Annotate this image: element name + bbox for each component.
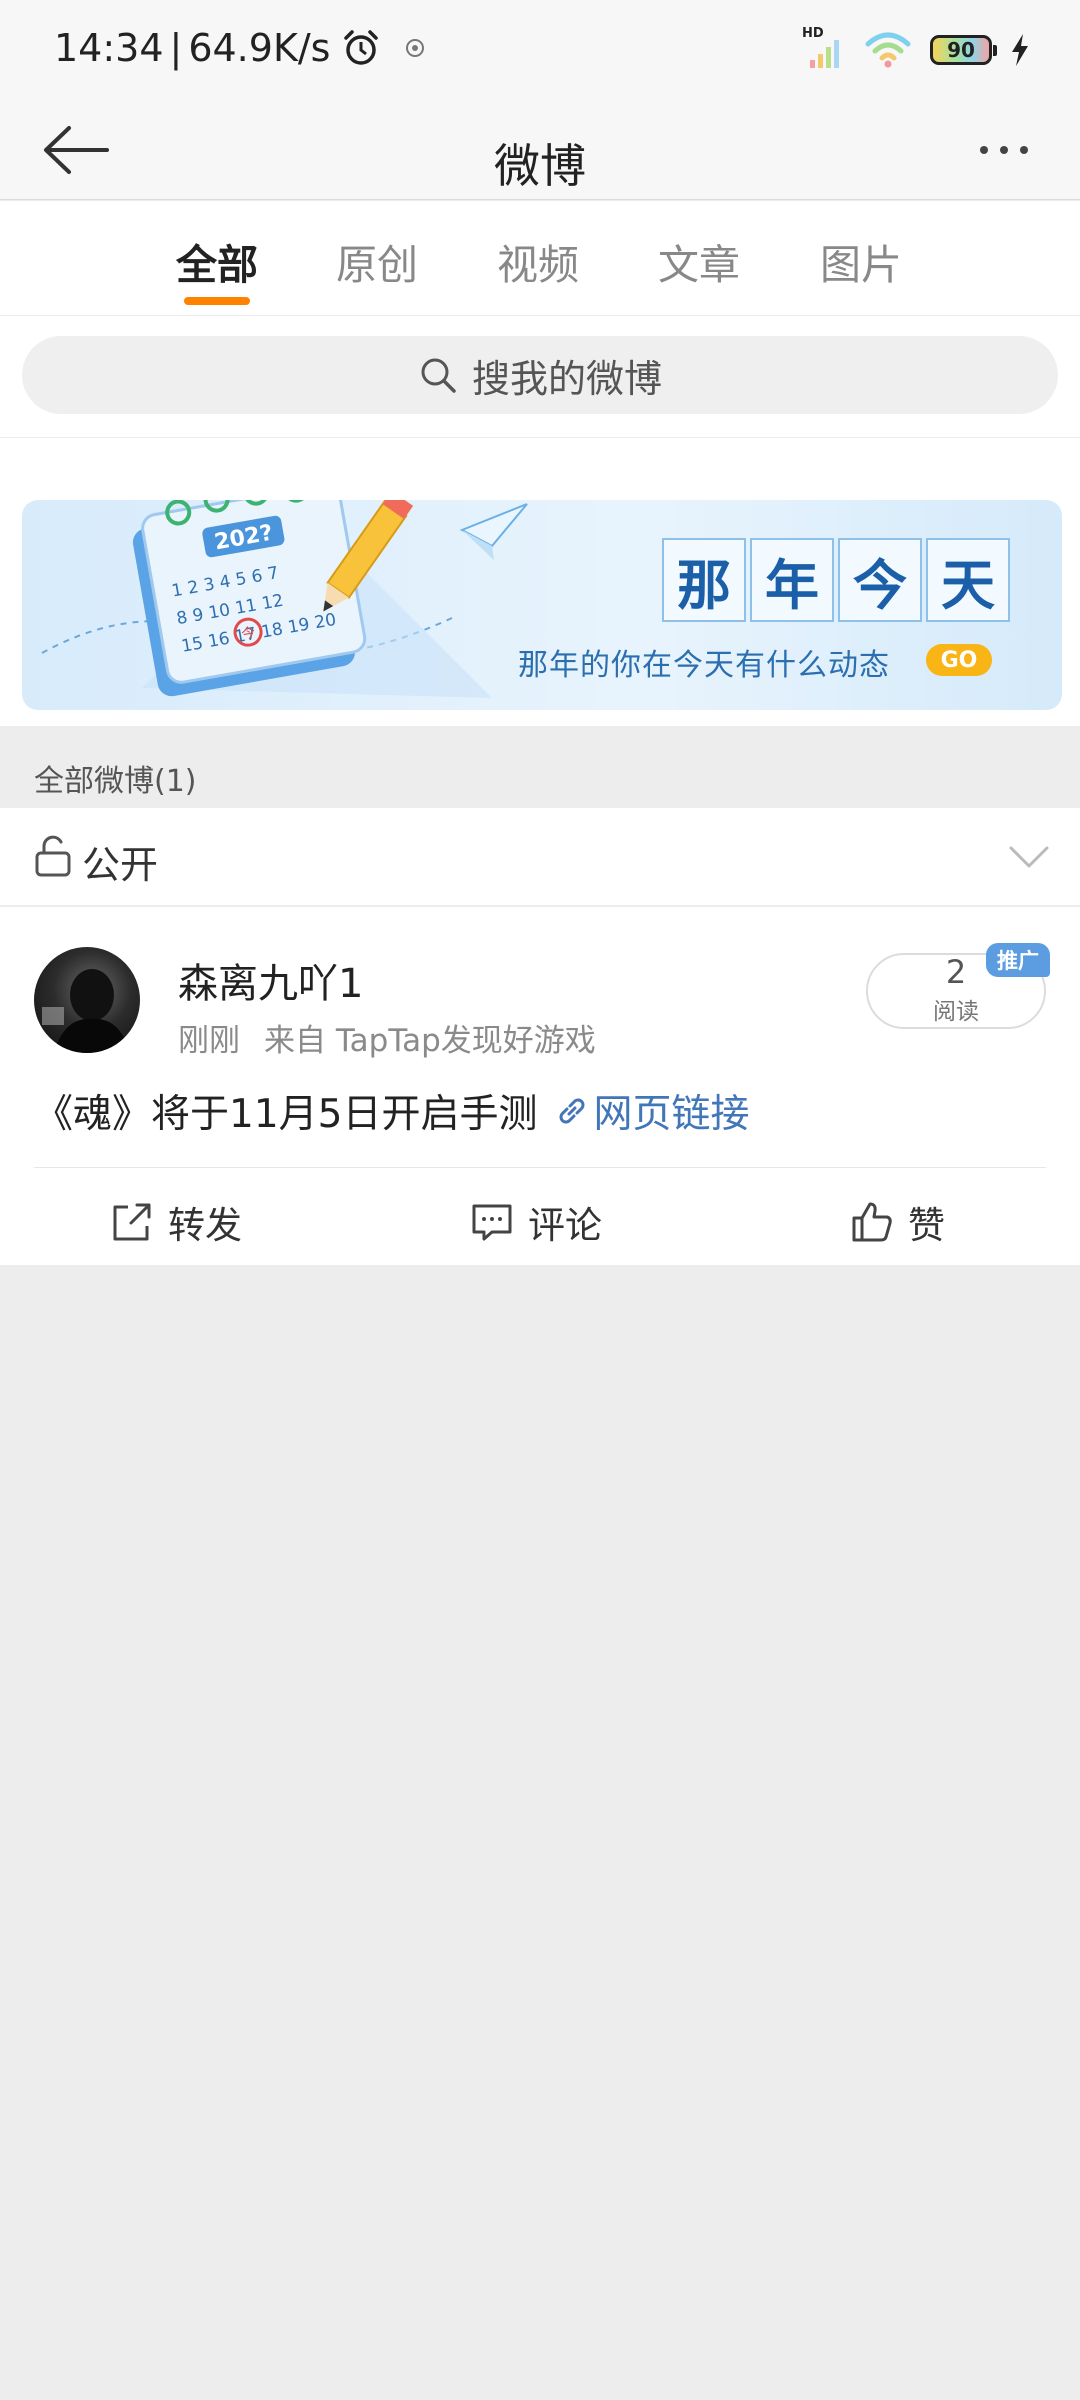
alarm-icon — [344, 30, 379, 65]
banner-title: 那 年 今 天 — [662, 538, 1010, 622]
avatar[interactable] — [34, 947, 140, 1053]
banner-title-char: 天 — [926, 538, 1010, 622]
comment-label: 评论 — [528, 1204, 602, 1247]
post-divider — [34, 1167, 1046, 1168]
like-button[interactable]: 赞 — [850, 1195, 945, 1249]
banner-title-char: 年 — [750, 538, 834, 622]
calendar-today-mark: 今 — [240, 625, 257, 643]
post-card: 森离九吖1 刚刚 来自 TapTap发现好游戏 2 阅读 推广 《魂》将于11月… — [0, 907, 1080, 1265]
active-tab-indicator — [184, 297, 250, 305]
read-count: 2 — [945, 953, 967, 991]
search-input[interactable]: 搜我的微博 — [22, 336, 1058, 414]
post-body: 《魂》将于11月5日开启手测 网页链接 — [34, 1083, 749, 1139]
wifi-icon — [865, 32, 911, 68]
repost-label: 转发 — [168, 1204, 242, 1247]
cellular-signal-icon: HD — [802, 26, 846, 70]
page-title: 微博 — [494, 139, 586, 193]
status-left: 14:34 | 64.9K/s — [54, 26, 426, 70]
memories-banner[interactable]: 202? 1 2 3 4 5 6 7 8 9 10 11 12 15 16 17… — [22, 500, 1062, 710]
search-section: 搜我的微博 — [0, 316, 1080, 438]
unlock-icon — [35, 835, 71, 877]
charging-icon — [1012, 34, 1028, 66]
tab-image[interactable]: 图片 — [820, 231, 902, 291]
title-bar: 微博 — [0, 100, 1080, 200]
post-time: 刚刚 — [178, 1023, 240, 1059]
tab-article[interactable]: 文章 — [658, 231, 740, 291]
tab-video[interactable]: 视频 — [497, 231, 579, 291]
battery-level: 90 — [947, 38, 975, 62]
status-time: 14:34 — [54, 26, 164, 70]
tab-all[interactable]: 全部 — [176, 231, 258, 291]
status-separator: | — [169, 26, 183, 70]
status-bar: 14:34 | 64.9K/s HD 90 — [0, 0, 1080, 100]
more-dot-icon — [1000, 146, 1008, 154]
link-icon — [559, 1098, 585, 1124]
web-link[interactable]: 网页链接 — [555, 1083, 749, 1139]
banner-go-button[interactable]: GO — [926, 644, 992, 676]
calendar-illustration: 202? 1 2 3 4 5 6 7 8 9 10 11 12 15 16 17… — [41, 500, 528, 698]
banner-subtitle: 那年的你在今天有什么动态 — [518, 648, 890, 683]
more-dot-icon — [1020, 146, 1028, 154]
repost-icon — [113, 1203, 151, 1241]
banner-title-char: 今 — [838, 538, 922, 622]
post-meta: 刚刚 来自 TapTap发现好游戏 — [178, 1015, 596, 1060]
more-options-button[interactable] — [964, 122, 1044, 178]
post-source: 来自 TapTap发现好游戏 — [264, 1023, 596, 1059]
chevron-down-icon — [1009, 846, 1049, 868]
post-username[interactable]: 森离九吖1 — [178, 951, 363, 1009]
web-link-label: 网页链接 — [593, 1092, 750, 1137]
more-dot-icon — [980, 146, 988, 154]
status-speed: 64.9K/s — [188, 26, 331, 70]
tab-original[interactable]: 原创 — [336, 231, 418, 291]
status-right: HD 90 — [802, 26, 1030, 70]
repost-button[interactable]: 转发 — [110, 1195, 242, 1249]
location-icon — [406, 39, 425, 57]
privacy-label: 公开 — [82, 843, 159, 887]
post-text: 《魂》将于11月5日开启手测 — [34, 1092, 538, 1137]
all-posts-count-label: 全部微博(1) — [34, 764, 197, 799]
comment-button[interactable]: 评论 — [470, 1195, 602, 1249]
post-actions: 转发 评论 赞 — [0, 1169, 1080, 1265]
thumbs-up-icon — [852, 1202, 892, 1242]
comment-icon — [472, 1204, 512, 1241]
banner-title-char: 那 — [662, 538, 746, 622]
search-placeholder: 搜我的微博 — [471, 356, 662, 401]
promote-badge[interactable]: 推广 — [986, 943, 1050, 977]
like-label: 赞 — [908, 1204, 945, 1247]
privacy-filter[interactable]: 公开 — [0, 808, 1080, 906]
search-icon — [421, 358, 456, 393]
read-label: 阅读 — [933, 999, 979, 1025]
filter-tabs: 全部 原创 视频 文章 图片 — [0, 201, 1080, 316]
battery-icon: 90 — [930, 35, 997, 65]
banner-section: 202? 1 2 3 4 5 6 7 8 9 10 11 12 15 16 17… — [0, 438, 1080, 726]
